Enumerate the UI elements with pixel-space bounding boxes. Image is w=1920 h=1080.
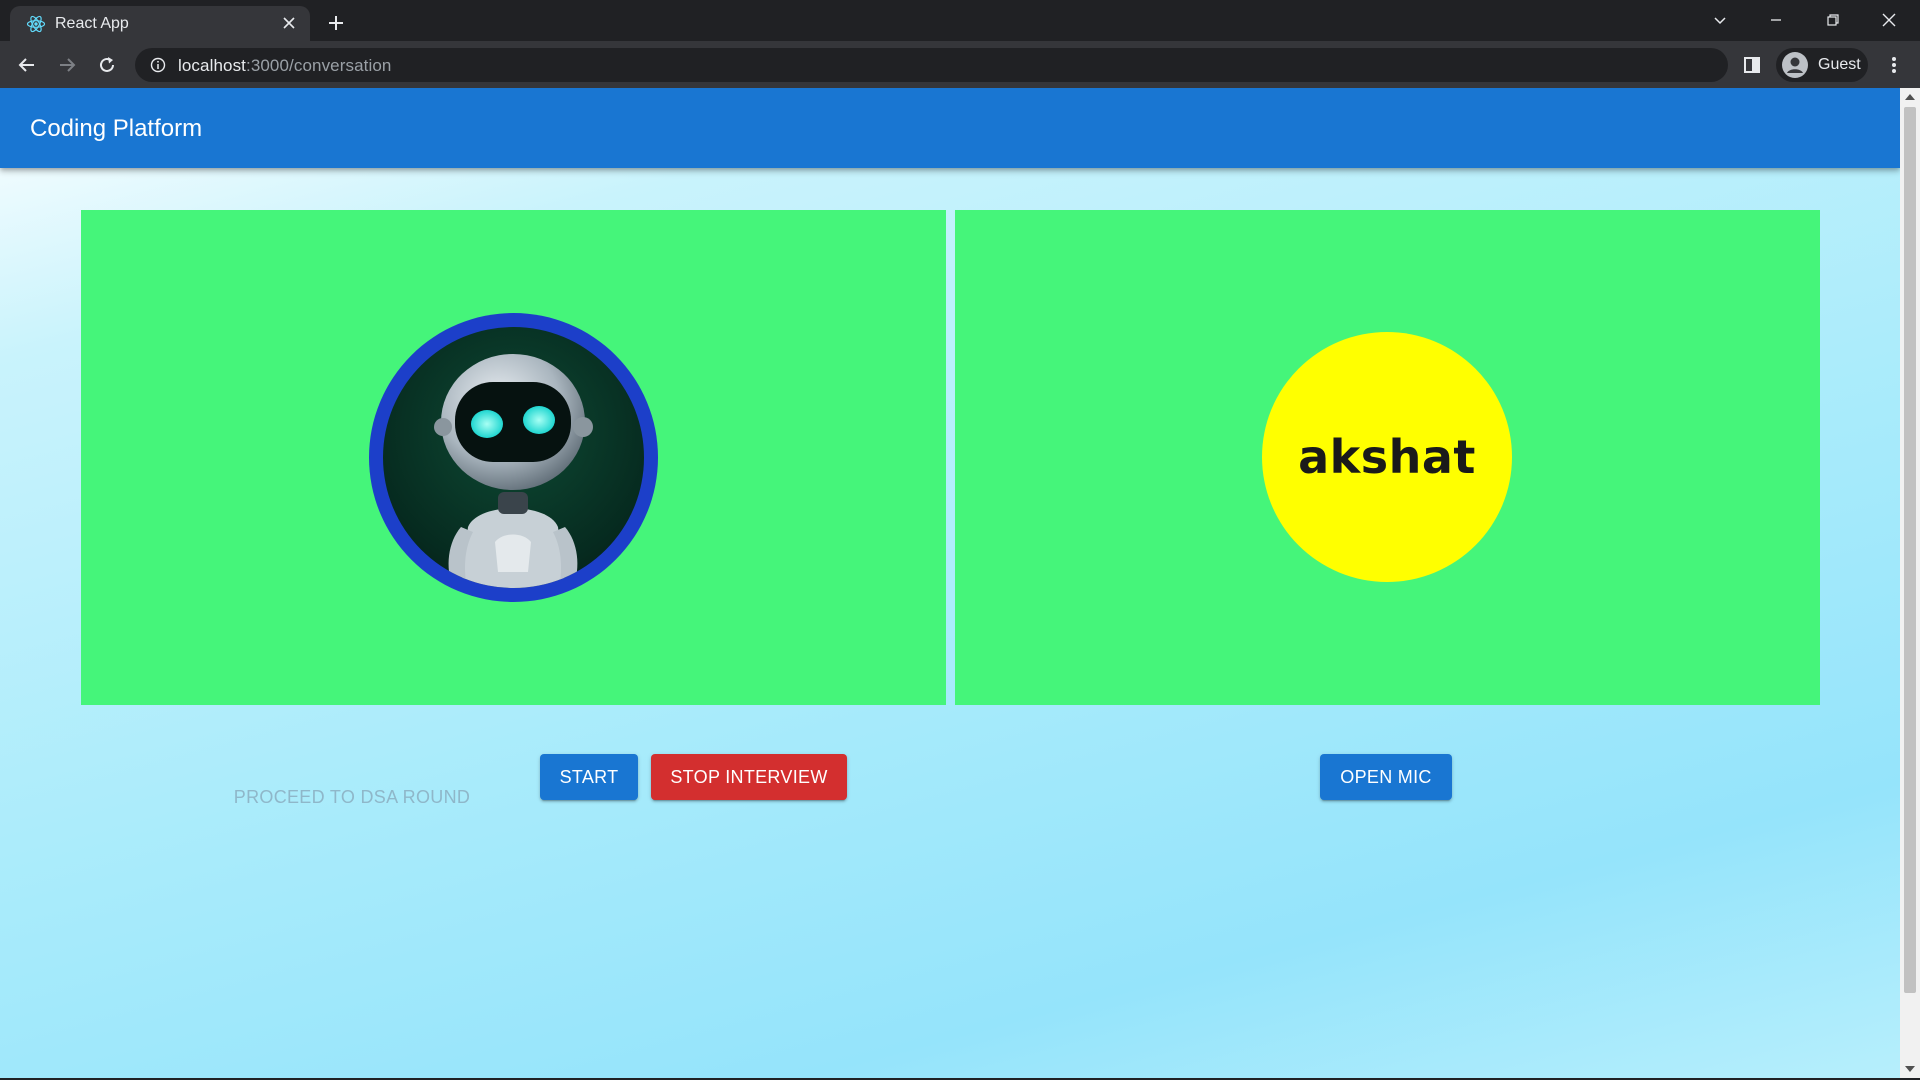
robot-icon <box>383 327 644 588</box>
url-path: :3000/conversation <box>246 56 392 75</box>
ai-interviewer-panel <box>81 210 946 705</box>
new-tab-icon[interactable] <box>322 9 350 37</box>
user-name: akshat <box>1298 430 1476 484</box>
robot-avatar <box>369 313 658 602</box>
scroll-up-icon[interactable] <box>1905 94 1915 100</box>
scrollbar-thumb[interactable] <box>1904 107 1916 993</box>
side-panel-icon[interactable] <box>1740 53 1764 77</box>
app-title: Coding Platform <box>30 115 203 142</box>
site-info-icon[interactable] <box>150 57 166 73</box>
close-tab-icon[interactable] <box>278 12 300 34</box>
minimize-icon[interactable] <box>1753 4 1799 36</box>
forward-arrow-icon[interactable] <box>51 49 83 81</box>
browser-tabstrip: React App <box>0 0 1920 41</box>
proceed-to-dsa-button[interactable]: PROCEED TO DSA ROUND <box>222 774 482 820</box>
candidate-panel: akshat <box>955 210 1820 705</box>
kebab-menu-icon[interactable] <box>1880 51 1908 79</box>
stop-interview-button[interactable]: STOP INTERVIEW <box>651 754 847 800</box>
user-avatar: akshat <box>1262 332 1512 582</box>
url-text: localhost:3000/conversation <box>178 56 391 76</box>
react-logo-icon <box>26 14 46 34</box>
start-button[interactable]: START <box>540 754 638 800</box>
url-host: localhost <box>178 56 246 75</box>
tab-title: React App <box>55 15 129 32</box>
restore-icon[interactable] <box>1810 4 1856 36</box>
back-arrow-icon[interactable] <box>11 49 43 81</box>
browser-tab[interactable]: React App <box>10 6 310 41</box>
profile-avatar-icon <box>1782 52 1808 78</box>
open-mic-button[interactable]: OPEN MIC <box>1320 754 1452 800</box>
address-bar[interactable]: localhost:3000/conversation <box>135 48 1728 82</box>
page-scrollbar[interactable] <box>1900 88 1920 1078</box>
scroll-down-icon[interactable] <box>1905 1066 1915 1072</box>
close-window-icon[interactable] <box>1866 4 1912 36</box>
browser-toolbar: localhost:3000/conversation Guest <box>0 41 1920 88</box>
page-viewport: Coding Platform akshat PROCEED TO DSA RO… <box>0 88 1920 1078</box>
profile-name: Guest <box>1818 56 1861 73</box>
tab-search-chevron-icon[interactable] <box>1697 4 1743 36</box>
profile-button[interactable]: Guest <box>1776 48 1868 82</box>
reload-icon[interactable] <box>91 49 123 81</box>
app-bar: Coding Platform <box>0 88 1900 168</box>
